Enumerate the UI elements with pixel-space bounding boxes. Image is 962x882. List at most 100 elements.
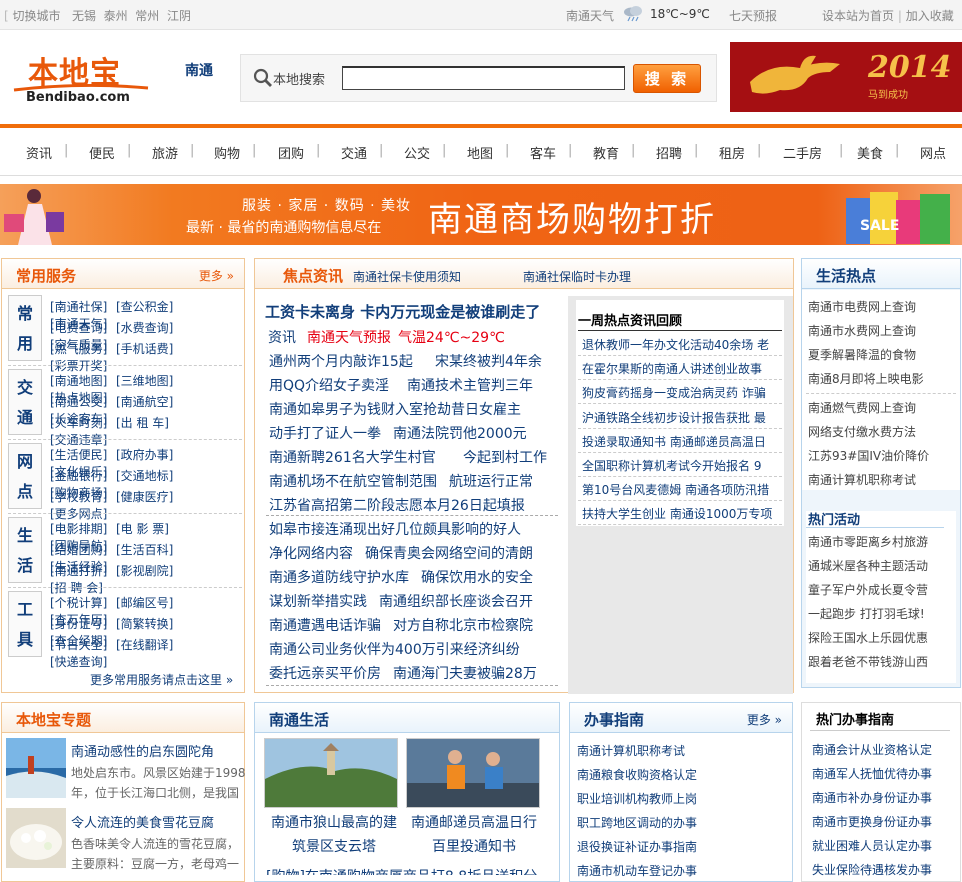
tab-social-card[interactable]: 南通社保卡使用须知: [353, 268, 461, 285]
news-link[interactable]: 南通如皋男子为钱财入室抢劫昔日女雇主: [269, 399, 521, 419]
search-button[interactable]: 搜 索: [633, 64, 701, 93]
activity-link[interactable]: 探险王国水上乐园优惠: [808, 629, 928, 646]
weekly-news-link[interactable]: 狗皮膏药摇身一变成治病灵药 诈骗: [582, 384, 776, 401]
headline-link[interactable]: 工资卡未离身 卡内万元现金是被谁刷走了: [265, 301, 540, 322]
service-link[interactable]: [节日大全]: [50, 636, 116, 653]
city-link-jiangyin[interactable]: 江阴: [167, 9, 191, 23]
photo-caption[interactable]: 南通市狼山最高的建 筑景区支云塔: [264, 812, 404, 856]
current-city[interactable]: 南通: [185, 60, 213, 80]
activity-link[interactable]: 跟着老爸不带钱游山西: [808, 653, 928, 670]
service-link[interactable]: [南通公交]: [50, 393, 116, 410]
service-link[interactable]: [南通社保]: [50, 298, 116, 315]
service-link[interactable]: [手机话费]: [116, 340, 182, 357]
service-link[interactable]: [在线翻译]: [116, 636, 182, 653]
service-link[interactable]: [电 影 票]: [116, 520, 182, 537]
hot-guide-link[interactable]: 南通会计从业资格认定: [812, 741, 932, 758]
guide-link[interactable]: 职工跨地区调动的办事: [577, 814, 697, 831]
news-link[interactable]: 如皋市接连涌现出好几位颇具影响的好人: [269, 519, 521, 539]
hot-guide-link[interactable]: 南通市更换身份证办事: [812, 813, 932, 830]
weekly-news-link[interactable]: 第10号台风麦德姆 南通各项防汛措: [582, 481, 776, 498]
nav-item[interactable]: 地图: [467, 143, 493, 162]
more-link[interactable]: 更多 »: [747, 711, 782, 728]
weather-link[interactable]: 南通天气: [566, 7, 614, 24]
nav-item[interactable]: 团购: [278, 143, 304, 162]
forecast-link[interactable]: 七天预报: [729, 7, 777, 24]
service-link[interactable]: [政府办事]: [116, 446, 182, 463]
search-input[interactable]: [342, 66, 625, 90]
weather-news-link[interactable]: 南通天气预报: [307, 327, 391, 347]
news-link[interactable]: 委托远亲买平价房: [269, 663, 381, 683]
nav-item[interactable]: 客车: [530, 143, 556, 162]
bottom-news-link[interactable]: [购物]在南通购物商厦商品打8.8折且送积分: [266, 866, 537, 875]
news-link[interactable]: 确保饮用水的安全: [421, 567, 533, 587]
news-link[interactable]: 南通法院罚他2000元: [393, 423, 527, 443]
life-hot-link[interactable]: 夏季解暑降温的食物: [808, 346, 916, 363]
special-item-title[interactable]: 令人流连的美食雪花豆腐: [71, 812, 214, 831]
service-link[interactable]: [结婚团购]: [50, 541, 116, 558]
life-hot-link[interactable]: 南通8月即将上映电影: [808, 370, 924, 387]
service-link[interactable]: [南通打折]: [50, 562, 116, 579]
service-link[interactable]: [交通地标]: [116, 467, 182, 484]
nav-item[interactable]: 招聘: [656, 143, 682, 162]
news-link[interactable]: 动手打了证人一拳: [269, 423, 381, 443]
service-link[interactable]: [水费查询]: [116, 319, 182, 336]
activity-link[interactable]: 一起跑步 打打羽毛球!: [808, 605, 925, 622]
service-link[interactable]: [电影排期]: [50, 520, 116, 537]
service-link[interactable]: [身份证号]: [50, 615, 116, 632]
special-item-title[interactable]: 南通动感性的启东圆陀角: [71, 741, 214, 760]
hot-guide-link[interactable]: 南通军人抚恤优待办事: [812, 765, 932, 782]
guide-link[interactable]: 退役换证补证办事指南: [577, 838, 697, 855]
photo-card[interactable]: [264, 738, 398, 808]
guide-link[interactable]: 南通计算机职称考试: [577, 742, 685, 759]
news-link[interactable]: 南通公司业务伙伴为400万引来经济纠纷: [269, 639, 520, 659]
news-link[interactable]: 南通组织部长座谈会召开: [379, 591, 533, 611]
service-link[interactable]: [查公积金]: [116, 298, 182, 315]
news-category[interactable]: 资讯: [268, 327, 296, 347]
nav-item[interactable]: 租房: [719, 143, 745, 162]
more-services-link[interactable]: 更多常用服务请点击这里 »: [90, 671, 233, 688]
news-link[interactable]: 江苏省高招第二阶段志愿本月26日起填报: [269, 495, 525, 515]
news-link[interactable]: 航班运行正常: [449, 471, 533, 491]
hot-guide-link[interactable]: 就业困难人员认定办事: [812, 837, 932, 854]
city-link-wuxi[interactable]: 无锡: [72, 9, 96, 23]
service-link[interactable]: [邮编区号]: [116, 594, 182, 611]
more-link[interactable]: 更多 »: [199, 267, 234, 284]
nav-item[interactable]: 二手房: [783, 143, 822, 162]
service-link[interactable]: [快递查询]: [50, 653, 116, 670]
city-link-taizhou[interactable]: 泰州: [104, 9, 128, 23]
news-link[interactable]: 南通多道防线守护水库: [269, 567, 409, 587]
service-link[interactable]: [生活便民]: [50, 446, 116, 463]
photo-caption[interactable]: 南通邮递员高温日行 百里投通知书: [404, 812, 544, 856]
news-link[interactable]: 南通海门夫妻被骗28万: [393, 663, 537, 683]
service-link[interactable]: [出 租 车]: [116, 414, 182, 431]
nav-item[interactable]: 网点: [920, 143, 946, 162]
life-hot-link[interactable]: 南通计算机职称考试: [808, 471, 916, 488]
temp-news-link[interactable]: 气温24℃~29℃: [398, 327, 505, 347]
nav-item[interactable]: 资讯: [26, 143, 52, 162]
activity-link[interactable]: 童子军户外成长夏令营: [808, 581, 928, 598]
activity-link[interactable]: 南通市零距离乡村旅游: [808, 533, 928, 550]
service-link[interactable]: [影视剧院]: [116, 562, 182, 579]
weekly-news-link[interactable]: 全国职称计算机考试今开始报名 9: [582, 457, 776, 474]
service-link[interactable]: [火车时刻]: [50, 414, 116, 431]
service-link[interactable]: [南通航空]: [116, 393, 182, 410]
life-hot-link[interactable]: 南通市水费网上查询: [808, 322, 916, 339]
life-hot-link[interactable]: 南通市电费网上查询: [808, 298, 916, 315]
news-link[interactable]: 通州两个月内敲诈15起: [269, 351, 413, 371]
guide-link[interactable]: 南通粮食收购资格认定: [577, 766, 697, 783]
news-link[interactable]: 南通机场不在航空管制范围: [269, 471, 437, 491]
news-link[interactable]: 谋划新举措实践: [269, 591, 367, 611]
hot-guide-link[interactable]: 失业保险待遇核发办事: [812, 861, 932, 878]
nav-item[interactable]: 购物: [214, 143, 240, 162]
tofu-thumbnail[interactable]: [6, 808, 66, 868]
guide-link[interactable]: 职业培训机构教师上岗: [577, 790, 697, 807]
nav-item[interactable]: 旅游: [152, 143, 178, 162]
service-link[interactable]: [简繁转换]: [116, 615, 182, 632]
nav-item[interactable]: 便民: [89, 143, 115, 162]
news-link[interactable]: 净化网络内容: [269, 543, 353, 563]
set-homepage-link[interactable]: 设本站为首页: [822, 9, 894, 23]
tab-temp-card[interactable]: 南通社保临时卡办理: [523, 268, 631, 285]
guide-link[interactable]: 南通市机动车登记办事: [577, 862, 697, 879]
weekly-news-link[interactable]: 扶持大学生创业 南通设1000万专项: [582, 505, 776, 522]
nav-item[interactable]: 教育: [593, 143, 619, 162]
